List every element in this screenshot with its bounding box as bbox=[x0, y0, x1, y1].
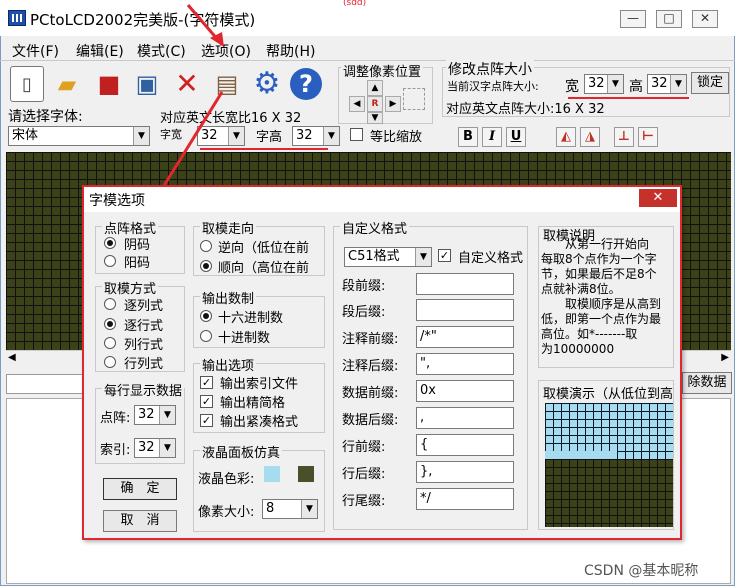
lcd-sim-title: 液晶面板仿真 bbox=[200, 442, 283, 461]
dialog-title: 字模选项 bbox=[89, 193, 145, 209]
custom-format-checkbox[interactable]: ✓ bbox=[438, 249, 451, 262]
compact-label: 输出精简格 bbox=[220, 396, 286, 411]
comment-suffix-label: 注释后缀: bbox=[342, 359, 399, 374]
pixel-size-select[interactable]: 8 ▼ bbox=[262, 499, 318, 519]
positive-code-label: 阳码 bbox=[124, 256, 151, 271]
index-label: 索引: bbox=[100, 443, 131, 458]
direction-forward-label: 顺向（高位在前 bbox=[218, 261, 310, 276]
confirm-button[interactable]: 确 定 bbox=[103, 478, 177, 500]
segment-suffix-input[interactable] bbox=[416, 299, 514, 321]
output-options-group: 输出选项 ✓ 输出索引文件 ✓ 输出精简格 ✓ 输出紧凑格式 bbox=[193, 355, 325, 433]
line-end-label: 行尾缀: bbox=[342, 494, 386, 509]
data-suffix-label: 数据后缀: bbox=[342, 413, 399, 428]
lcd-fg-color-swatch[interactable] bbox=[264, 466, 280, 482]
negative-code-radio[interactable] bbox=[104, 237, 116, 249]
direction-group: 取模走向 逆向（低位在前 顺向（高位在前 bbox=[193, 218, 325, 276]
line-suffix-input[interactable]: }, bbox=[416, 461, 514, 483]
comment-suffix-input[interactable]: ", bbox=[416, 353, 514, 375]
line-prefix-label: 行前缀: bbox=[342, 440, 386, 455]
mode-row-radio[interactable] bbox=[104, 318, 116, 330]
compact-checkbox[interactable]: ✓ bbox=[200, 395, 213, 408]
glyph-options-dialog: 字模选项 ✕ 点阵格式 阴码 阳码 取模方式 逐列式 逐行式 列行式 行列式 每… bbox=[82, 185, 682, 540]
arrow-to-menu bbox=[186, 4, 220, 41]
direction-reverse-radio[interactable] bbox=[200, 240, 212, 252]
lcd-color-label: 液晶色彩: bbox=[198, 472, 255, 487]
description-line: 为10000000 bbox=[541, 342, 615, 356]
hex-radio[interactable] bbox=[200, 310, 212, 322]
description-line: 节，如果最后不足8个 bbox=[541, 267, 657, 281]
direction-forward-radio[interactable] bbox=[200, 260, 212, 272]
dialog-close-button[interactable]: ✕ bbox=[639, 189, 677, 207]
chevron-down-icon: ▼ bbox=[159, 406, 175, 424]
lcd-bg-color-swatch[interactable] bbox=[298, 466, 314, 482]
description-line: 从第一行开始向 bbox=[541, 237, 650, 251]
custom-format-group: 自定义格式 C51格式 ▼ ✓ 自定义格式 段前缀: 段后缀: 注释前缀: /*"… bbox=[333, 218, 528, 530]
demo-grid-dark bbox=[545, 459, 673, 527]
data-prefix-input[interactable]: 0x bbox=[416, 380, 514, 402]
mode-group: 取模方式 逐列式 逐行式 列行式 行列式 bbox=[95, 278, 185, 372]
data-suffix-input[interactable]: , bbox=[416, 407, 514, 429]
dot-format-group: 点阵格式 阴码 阳码 bbox=[95, 218, 185, 274]
dots-label: 点阵: bbox=[100, 411, 131, 426]
line-end-input[interactable]: */ bbox=[416, 488, 514, 510]
tight-checkbox[interactable]: ✓ bbox=[200, 414, 213, 427]
segment-prefix-label: 段前缀: bbox=[342, 279, 386, 294]
per-line-group: 每行显示数据 点阵: 32 ▼ 索引: 32 ▼ bbox=[95, 380, 185, 464]
direction-reverse-label: 逆向（低位在前 bbox=[218, 241, 310, 256]
segment-prefix-input[interactable] bbox=[416, 273, 514, 295]
output-base-title: 输出数制 bbox=[200, 288, 257, 307]
mode-row-column-label: 行列式 bbox=[124, 357, 164, 372]
dots-value: 32 bbox=[138, 407, 155, 422]
output-base-group: 输出数制 十六进制数 十进制数 bbox=[193, 288, 325, 348]
dots-select[interactable]: 32 ▼ bbox=[134, 405, 176, 425]
description-line: 高位。如*-------取 bbox=[541, 327, 638, 341]
demo-grid-partial bbox=[545, 451, 617, 459]
chevron-down-icon: ▼ bbox=[301, 500, 317, 518]
demo-group: 取模演示（从低位到高位 bbox=[538, 380, 674, 530]
decimal-radio[interactable] bbox=[200, 330, 212, 342]
mode-row-label: 逐行式 bbox=[124, 319, 164, 334]
output-options-title: 输出选项 bbox=[200, 355, 257, 374]
description-group: 取模说明 从第一行开始向 每取8个点作为一个字 节，如果最后不足8个 点就补满8… bbox=[538, 226, 674, 368]
description-line: 低，即第一个点作为最 bbox=[541, 312, 662, 326]
mode-row-column-radio[interactable] bbox=[104, 356, 116, 368]
per-line-title: 每行显示数据 bbox=[102, 380, 184, 399]
custom-format-title: 自定义格式 bbox=[340, 218, 410, 237]
index-select[interactable]: 32 ▼ bbox=[134, 438, 176, 458]
comment-prefix-label: 注释前缀: bbox=[342, 332, 399, 347]
dialog-title-bar: 字模选项 ✕ bbox=[83, 186, 681, 212]
negative-code-label: 阴码 bbox=[124, 238, 151, 253]
line-suffix-label: 行后缀: bbox=[342, 467, 386, 482]
index-file-checkbox[interactable]: ✓ bbox=[200, 376, 213, 389]
line-prefix-input[interactable]: { bbox=[416, 434, 514, 456]
description-text: 从第一行开始向 每取8个点作为一个字 节，如果最后不足8个 点就补满8位。 取模… bbox=[541, 237, 673, 357]
direction-title: 取模走向 bbox=[200, 218, 257, 237]
index-value: 32 bbox=[138, 440, 155, 455]
mode-column-radio[interactable] bbox=[104, 298, 116, 310]
chevron-down-icon: ▼ bbox=[415, 248, 431, 266]
custom-format-check-label: 自定义格式 bbox=[458, 251, 524, 266]
lcd-sim-group: 液晶面板仿真 液晶色彩: 像素大小: 8 ▼ bbox=[193, 442, 325, 532]
demo-title: 取模演示（从低位到高位 bbox=[543, 387, 674, 402]
decimal-label: 十进制数 bbox=[218, 331, 271, 346]
description-line: 点就补满8位。 bbox=[541, 282, 621, 296]
mode-column-row-label: 列行式 bbox=[124, 338, 164, 353]
pixel-size-label: 像素大小: bbox=[198, 505, 255, 520]
data-prefix-label: 数据前缀: bbox=[342, 386, 399, 401]
format-select[interactable]: C51格式 ▼ bbox=[344, 247, 432, 267]
format-value: C51格式 bbox=[348, 249, 400, 264]
tight-label: 输出紧凑格式 bbox=[220, 415, 299, 430]
mode-column-label: 逐列式 bbox=[124, 299, 164, 314]
segment-suffix-label: 段后缀: bbox=[342, 305, 386, 320]
description-line: 取模顺序是从高到 bbox=[541, 297, 662, 311]
pixel-size-value: 8 bbox=[266, 501, 275, 516]
comment-prefix-input[interactable]: /*" bbox=[416, 326, 514, 348]
index-file-label: 输出索引文件 bbox=[220, 377, 299, 392]
positive-code-radio[interactable] bbox=[104, 255, 116, 267]
description-line: 每取8个点作为一个字 bbox=[541, 252, 657, 266]
mode-column-row-radio[interactable] bbox=[104, 337, 116, 349]
hex-label: 十六进制数 bbox=[218, 311, 284, 326]
chevron-down-icon: ▼ bbox=[159, 439, 175, 457]
cancel-button[interactable]: 取 消 bbox=[103, 510, 177, 532]
